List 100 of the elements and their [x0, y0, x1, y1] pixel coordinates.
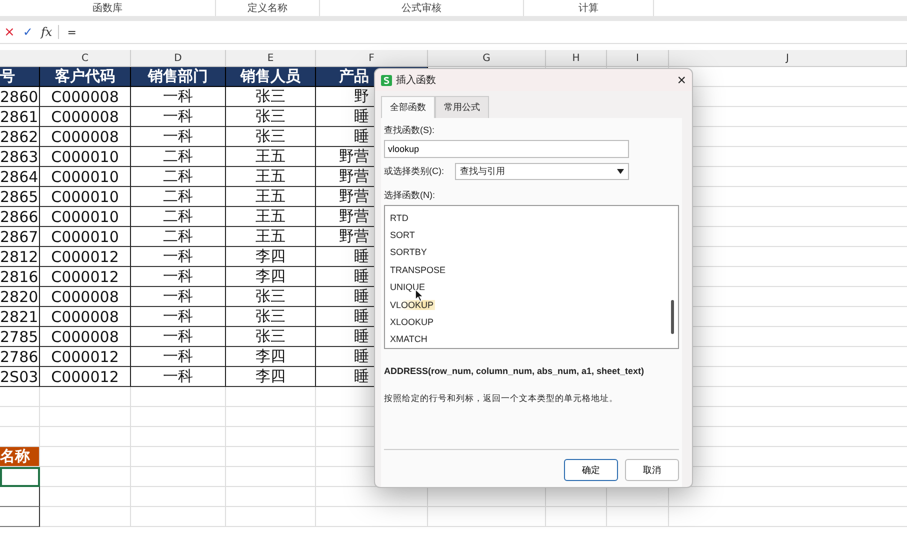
search-field[interactable]: vlookup [384, 140, 629, 158]
ribbon-group-label: 函数库 [92, 2, 122, 15]
column-header[interactable]: J [669, 50, 907, 66]
table-cell: 一科 [131, 307, 226, 327]
table-cell: 李四 [226, 247, 316, 267]
table-cell: 二科 [131, 187, 226, 207]
table-cell: 一科 [131, 287, 226, 307]
table-cell: C000008 [40, 307, 131, 327]
table-cell: 张三 [226, 287, 316, 307]
table-cell: C000010 [40, 147, 131, 167]
table-cell: 2821 [0, 307, 40, 327]
function-description: 按照给定的行号和列标，返回一个文本类型的单元格地址。 [384, 393, 619, 405]
table-cell: 李四 [226, 267, 316, 287]
table-cell: C000010 [40, 227, 131, 247]
function-item[interactable]: VLOOKUP [389, 300, 435, 310]
table-cell: 王五 [226, 147, 316, 167]
ribbon-group-label: 计算 [578, 2, 598, 15]
header-cell: 销售人员 [226, 67, 316, 87]
table-cell: 王五 [226, 167, 316, 187]
table-cell: 王五 [226, 207, 316, 227]
column-header[interactable]: G [428, 50, 546, 66]
table-cell: 2861 [0, 107, 40, 127]
table-cell: 一科 [131, 107, 226, 127]
ribbon-group-label: 公式审核 [402, 2, 442, 15]
table-cell: 2862 [0, 127, 40, 147]
tab[interactable]: 常用公式 [435, 96, 489, 118]
table-cell: 张三 [226, 327, 316, 347]
table-cell: C000008 [40, 107, 131, 127]
table-cell: 一科 [131, 327, 226, 347]
function-item[interactable]: SORT [389, 230, 416, 240]
table-cell: 李四 [226, 347, 316, 367]
column-header[interactable]: F [316, 50, 428, 66]
table-cell[interactable] [0, 467, 40, 487]
close-button[interactable]: × [677, 72, 686, 88]
table-cell: C000012 [40, 347, 131, 367]
table-cell: 2816 [0, 267, 40, 287]
table-cell: 一科 [131, 267, 226, 287]
table-cell: C000010 [40, 187, 131, 207]
table-cell: 二科 [131, 227, 226, 247]
table-cell: 王五 [226, 227, 316, 247]
column-header[interactable]: C [40, 50, 131, 66]
table-cell: C000012 [40, 367, 131, 387]
table-cell: 张三 [226, 307, 316, 327]
table-cell: 2860 [0, 87, 40, 107]
table-cell: 2864 [0, 167, 40, 187]
table-cell: C000008 [40, 287, 131, 307]
cancel-button[interactable]: × [4, 24, 15, 40]
app-logo-icon [381, 74, 392, 86]
table-cell: 一科 [131, 127, 226, 147]
column-header[interactable]: D [131, 50, 226, 66]
table-cell: 张三 [226, 107, 316, 127]
function-item[interactable]: RTD [389, 212, 410, 223]
header-cell: 号 [0, 67, 40, 87]
table-cell: C000008 [40, 87, 131, 107]
table-cell: 二科 [131, 147, 226, 167]
table-cell: 2865 [0, 187, 40, 207]
header-cell: 客户代码 [40, 67, 131, 87]
function-list[interactable]: RTD SORT SORTBY TRANSPOSE UNIQUE VLOOKUP XLOOKUP XMATCH [384, 205, 679, 349]
table-cell: 2866 [0, 207, 40, 227]
table-cell: 2786 [0, 347, 40, 367]
cancel-button[interactable]: 取消 [625, 459, 679, 481]
table-cell: 二科 [131, 207, 226, 227]
table-cell: 一科 [131, 367, 226, 387]
enter-button[interactable]: ✓ [22, 25, 33, 39]
table-cell: C000012 [40, 267, 131, 287]
formula-input[interactable]: = [67, 26, 76, 38]
table-cell[interactable] [0, 487, 40, 507]
ribbon-group-label: 定义名称 [248, 2, 288, 15]
table-cell: 张三 [226, 87, 316, 107]
table-cell: 2812 [0, 247, 40, 267]
table-cell: 2S03 [0, 367, 40, 387]
table-cell: 2820 [0, 287, 40, 307]
function-item[interactable]: SORTBY [389, 247, 428, 258]
table-cell: 2785 [0, 327, 40, 347]
insert-function-button[interactable]: fx [40, 25, 60, 39]
table-cell: 王五 [226, 187, 316, 207]
table-cell: C000008 [40, 327, 131, 347]
table-cell: 一科 [131, 347, 226, 367]
table-cell: 一科 [131, 87, 226, 107]
column-header[interactable]: E [226, 50, 316, 66]
table-cell: 李四 [226, 367, 316, 387]
caret-icon [617, 169, 624, 174]
table-cell[interactable] [0, 507, 40, 527]
table-cell: 一科 [131, 247, 226, 267]
header-cell: 销售部门 [131, 67, 226, 87]
ok-button[interactable]: 确定 [564, 459, 618, 481]
column-header[interactable]: I [607, 50, 669, 66]
table-cell: C000012 [40, 247, 131, 267]
table-cell: C000010 [40, 207, 131, 227]
category-dropdown[interactable]: 查找与引用 [455, 163, 629, 180]
table-cell: C000008 [40, 127, 131, 147]
scrollbar-thumb[interactable] [671, 300, 674, 334]
header-cell: 名称 [0, 447, 40, 467]
table-cell: 2863 [0, 147, 40, 167]
table-cell: C000010 [40, 167, 131, 187]
column-header[interactable]: H [546, 50, 607, 66]
table-cell: 2867 [0, 227, 40, 247]
tab[interactable]: 全部函数 [381, 96, 435, 118]
table-cell: 二科 [131, 167, 226, 187]
function-item[interactable]: XMATCH [389, 334, 428, 344]
